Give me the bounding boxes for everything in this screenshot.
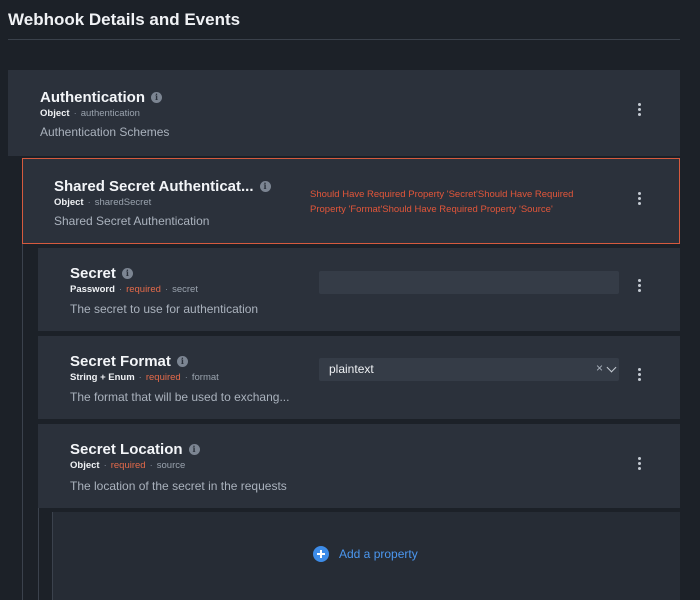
kebab-menu-icon[interactable] xyxy=(633,101,645,117)
secret-title-text: Secret xyxy=(70,265,116,282)
shared-secret-description: Shared Secret Authentication xyxy=(54,214,210,228)
authentication-meta: Object · authentication xyxy=(40,108,140,119)
required-label: required xyxy=(126,284,161,295)
authentication-title: Authentication i xyxy=(40,89,162,106)
info-icon[interactable]: i xyxy=(121,267,133,279)
secret-location-title: Secret Location i xyxy=(70,441,200,458)
title-divider xyxy=(8,39,680,40)
secret-location-card[interactable]: Secret Location i Object · required · source … xyxy=(38,424,680,508)
secret-description: The secret to use for authentication xyxy=(70,302,259,316)
type-label: String + Enum xyxy=(70,372,135,383)
secret-format-title-text: Secret Format xyxy=(70,353,171,370)
secret-location-meta: Object · required · source xyxy=(70,460,186,471)
key-label: sharedSecret xyxy=(94,197,152,208)
nesting-guide xyxy=(38,508,39,600)
type-label: Object xyxy=(70,460,100,471)
select-value: plaintext xyxy=(329,362,374,376)
secret-format-title: Secret Format i xyxy=(70,353,188,370)
clear-icon[interactable]: × xyxy=(596,361,603,375)
info-icon[interactable]: i xyxy=(188,443,200,455)
plus-circle-icon xyxy=(313,546,329,562)
type-label: Password xyxy=(70,284,115,295)
secret-format-meta: String + Enum · required · format xyxy=(70,372,219,383)
type-label: Object xyxy=(40,108,70,119)
kebab-menu-icon[interactable] xyxy=(633,366,645,382)
key-label: secret xyxy=(172,284,198,295)
authentication-description: Authentication Schemes xyxy=(40,125,170,139)
format-select[interactable]: plaintext × xyxy=(319,358,619,381)
page-title: Webhook Details and Events xyxy=(8,10,241,29)
secret-format-description: The format that will be used to exchang.… xyxy=(70,390,290,404)
type-label: Object xyxy=(54,197,84,208)
kebab-menu-icon[interactable] xyxy=(633,190,645,206)
secret-input[interactable] xyxy=(319,271,619,294)
secret-location-title-text: Secret Location xyxy=(70,441,183,458)
secret-title: Secret i xyxy=(70,265,133,282)
info-icon[interactable]: i xyxy=(151,91,162,103)
shared-secret-title-text: Shared Secret Authenticat... xyxy=(54,178,254,195)
required-label: required xyxy=(110,460,146,471)
key-label: source xyxy=(156,460,186,471)
secret-meta: Password · required · secret xyxy=(70,284,198,295)
shared-secret-title: Shared Secret Authenticat... i xyxy=(54,178,271,195)
shared-secret-meta: Object · sharedSecret xyxy=(54,197,152,208)
info-icon[interactable]: i xyxy=(176,355,188,367)
shared-secret-card[interactable]: Shared Secret Authenticat... i Object · sha… xyxy=(22,158,680,244)
secret-location-description: The location of the secret in the reques… xyxy=(70,479,287,493)
nesting-guide xyxy=(22,244,23,600)
required-label: required xyxy=(145,372,181,383)
kebab-menu-icon[interactable] xyxy=(633,455,645,471)
key-label: format xyxy=(191,372,219,383)
secret-format-card[interactable]: Secret Format i String + Enum · required · fo… xyxy=(38,336,680,419)
authentication-title-text: Authentication xyxy=(40,89,145,106)
secret-card[interactable]: Secret i Password · required · secret The sec… xyxy=(38,248,680,331)
validation-error-message: Should Have Required Property 'Secret'Sh… xyxy=(310,189,574,215)
add-property-label: Add a property xyxy=(339,547,418,561)
kebab-menu-icon[interactable] xyxy=(633,277,645,293)
chevron-down-icon[interactable] xyxy=(606,362,617,373)
authentication-card[interactable]: Authentication i Object · authentication Au… xyxy=(8,70,680,156)
add-property-button[interactable]: Add a property xyxy=(313,545,418,563)
info-icon[interactable]: i xyxy=(259,180,271,192)
key-label: authentication xyxy=(80,108,140,119)
